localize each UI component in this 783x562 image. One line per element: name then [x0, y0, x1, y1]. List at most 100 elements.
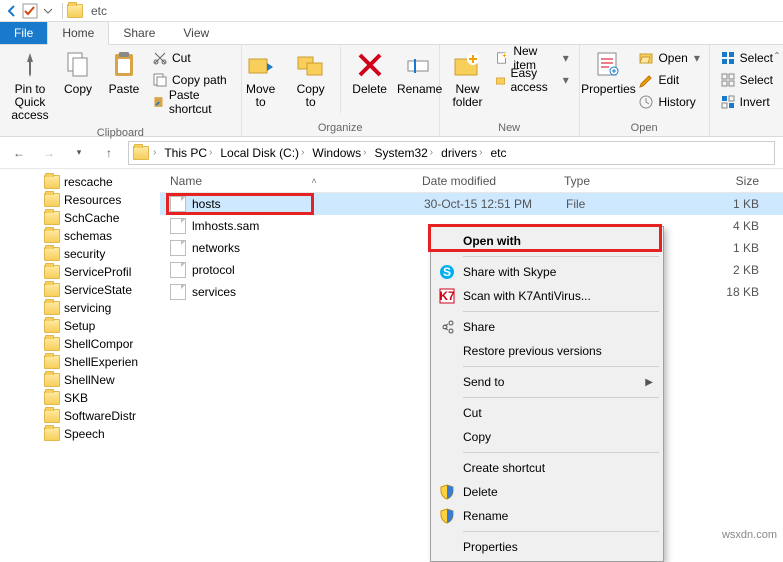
- ctx-k7[interactable]: K7Scan with K7AntiVirus...: [433, 284, 661, 308]
- group-organize-label: Organize: [248, 120, 433, 136]
- ctx-properties[interactable]: Properties: [433, 535, 661, 559]
- delete-button[interactable]: Delete: [346, 47, 394, 98]
- tab-view[interactable]: View: [169, 22, 223, 44]
- nav-forward-button[interactable]: →: [38, 142, 60, 164]
- tree-item[interactable]: ShellNew: [0, 371, 160, 389]
- folder-icon: [44, 193, 60, 207]
- tree-item[interactable]: servicing: [0, 299, 160, 317]
- invert-selection-button[interactable]: Invert: [716, 91, 777, 113]
- crumb-c[interactable]: Local Disk (C:)›: [216, 146, 308, 160]
- tree-item[interactable]: ServiceProfil: [0, 263, 160, 281]
- pin-quickaccess-button[interactable]: Pin to Quick access: [6, 47, 54, 125]
- cut-button[interactable]: Cut: [148, 47, 235, 69]
- file-row[interactable]: hosts30-Oct-15 12:51 PMFile1 KB: [160, 193, 783, 215]
- ctx-sendto[interactable]: Send to▶: [433, 370, 661, 394]
- tree-item[interactable]: schemas: [0, 227, 160, 245]
- ctx-delete[interactable]: Delete: [433, 480, 661, 504]
- folder-icon: [44, 373, 60, 387]
- folder-icon: [44, 265, 60, 279]
- folder-icon: [133, 146, 149, 160]
- crumb-thispc[interactable]: This PC›: [160, 146, 216, 160]
- edit-button[interactable]: Edit: [634, 69, 703, 91]
- breadcrumb[interactable]: › This PC› Local Disk (C:)› Windows› Sys…: [128, 141, 775, 165]
- tab-home[interactable]: Home: [47, 21, 109, 45]
- ctx-skype[interactable]: SShare with Skype: [433, 260, 661, 284]
- tree-item[interactable]: ServiceState: [0, 281, 160, 299]
- copy-button[interactable]: Copy: [56, 47, 100, 98]
- dropdown-qat-icon[interactable]: [40, 3, 56, 19]
- folder-tree[interactable]: rescacheResourcesSchCacheschemassecurity…: [0, 169, 160, 545]
- column-headers[interactable]: Name˄ Date modified Type Size: [160, 169, 783, 193]
- file-icon: [170, 262, 186, 278]
- easy-access-button[interactable]: Easy access ▾: [491, 69, 572, 91]
- check-qat-icon[interactable]: [22, 3, 38, 19]
- folder-icon: [44, 301, 60, 315]
- select-none-button[interactable]: Select: [716, 69, 777, 91]
- ctx-rename[interactable]: Rename: [433, 504, 661, 528]
- chevron-right-icon: ▶: [645, 377, 653, 388]
- folder-icon: [44, 247, 60, 261]
- paste-button[interactable]: Paste: [102, 47, 146, 98]
- shield-delete-icon: [439, 484, 455, 500]
- tree-item[interactable]: Setup: [0, 317, 160, 335]
- folder-icon: [44, 175, 60, 189]
- open-button[interactable]: Open ▾: [634, 47, 703, 69]
- folder-icon: [44, 337, 60, 351]
- tree-item[interactable]: security: [0, 245, 160, 263]
- folder-icon: [67, 4, 83, 18]
- svg-text:S: S: [443, 265, 451, 279]
- select-all-button[interactable]: Select: [716, 47, 777, 69]
- shield-rename-icon: [439, 508, 455, 524]
- tree-item[interactable]: rescache: [0, 173, 160, 191]
- group-new-label: New: [446, 120, 573, 136]
- tree-item[interactable]: Speech: [0, 425, 160, 443]
- skype-icon: S: [439, 264, 455, 280]
- ribbon-tabs: File Home Share View: [0, 22, 783, 45]
- tab-share[interactable]: Share: [109, 22, 169, 44]
- group-clipboard-label: Clipboard: [6, 125, 235, 141]
- paste-shortcut-button[interactable]: Paste shortcut: [148, 91, 235, 113]
- crumb-etc[interactable]: etc: [487, 146, 511, 160]
- ctx-share[interactable]: Share: [433, 315, 661, 339]
- tree-item[interactable]: ShellCompor: [0, 335, 160, 353]
- crumb-windows[interactable]: Windows›: [308, 146, 370, 160]
- history-button[interactable]: History: [634, 91, 703, 113]
- share-icon: [439, 319, 455, 335]
- tree-item[interactable]: ShellExperien: [0, 353, 160, 371]
- ctx-open-with[interactable]: Open with: [433, 229, 661, 253]
- address-bar: ← → ▾ ↑ › This PC› Local Disk (C:)› Wind…: [0, 137, 783, 169]
- tree-item[interactable]: SKB: [0, 389, 160, 407]
- ribbon: ˆ Pin to Quick access Copy Paste Cut Cop…: [0, 45, 783, 137]
- tab-file[interactable]: File: [0, 22, 47, 44]
- k7-icon: K7: [439, 288, 455, 304]
- crumb-system32[interactable]: System32›: [370, 146, 437, 160]
- tree-item[interactable]: Resources: [0, 191, 160, 209]
- new-folder-button[interactable]: New folder: [445, 47, 489, 111]
- back-qat-icon[interactable]: [4, 3, 20, 19]
- watermark: wsxdn.com: [722, 529, 777, 541]
- nav-recent-button[interactable]: ▾: [68, 142, 90, 164]
- nav-back-button[interactable]: ←: [8, 142, 30, 164]
- ctx-create-shortcut[interactable]: Create shortcut: [433, 456, 661, 480]
- ctx-copy[interactable]: Copy: [433, 425, 661, 449]
- nav-up-button[interactable]: ↑: [98, 142, 120, 164]
- folder-icon: [44, 409, 60, 423]
- copy-to-button[interactable]: Copy to: [287, 47, 335, 111]
- sort-asc-icon: ˄: [311, 176, 316, 186]
- properties-button[interactable]: Properties: [584, 47, 632, 98]
- file-icon: [170, 196, 186, 212]
- crumb-drivers[interactable]: drivers›: [437, 146, 486, 160]
- tree-item[interactable]: SchCache: [0, 209, 160, 227]
- file-icon: [170, 284, 186, 300]
- folder-icon: [44, 229, 60, 243]
- title-bar: etc: [0, 0, 783, 22]
- move-to-button[interactable]: Move to: [237, 47, 285, 111]
- folder-icon: [44, 355, 60, 369]
- folder-icon: [44, 427, 60, 441]
- ctx-restore[interactable]: Restore previous versions: [433, 339, 661, 363]
- folder-icon: [44, 319, 60, 333]
- rename-button[interactable]: Rename: [396, 47, 444, 98]
- ctx-cut[interactable]: Cut: [433, 401, 661, 425]
- tree-item[interactable]: SoftwareDistr: [0, 407, 160, 425]
- collapse-ribbon-icon[interactable]: ˆ: [775, 50, 779, 64]
